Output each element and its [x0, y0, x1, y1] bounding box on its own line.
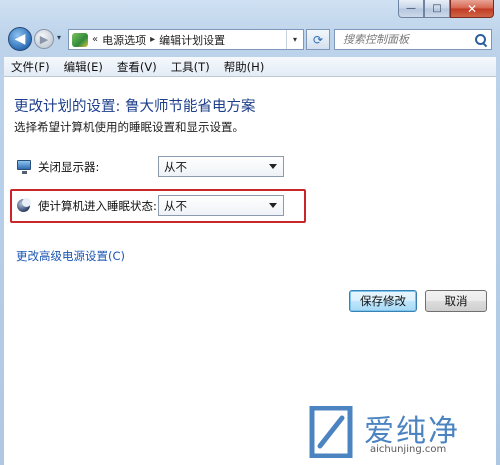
cancel-button[interactable]: 取消 — [425, 290, 487, 312]
save-changes-button[interactable]: 保存修改 — [349, 290, 417, 312]
address-dropdown-button[interactable]: ▾ — [286, 30, 303, 49]
monitor-icon — [16, 159, 32, 175]
forward-button[interactable]: ▶ — [34, 29, 54, 49]
watermark-logo-icon — [309, 406, 353, 458]
page-subtitle: 选择希望计算机使用的睡眠设置和显示设置。 — [14, 120, 244, 134]
caption-buttons: — □ ✕ — [398, 0, 494, 18]
sleep-value: 从不 — [164, 198, 187, 213]
turn-off-display-select[interactable]: 从不 — [158, 156, 284, 177]
advanced-power-settings-link[interactable]: 更改高级电源设置(C) — [16, 248, 125, 264]
search-icon[interactable] — [475, 33, 486, 46]
recent-pages-dropdown[interactable]: ▾ — [57, 33, 61, 42]
sleep-label: 使计算机进入睡眠状态: — [38, 199, 157, 213]
refresh-button[interactable]: ⟳ — [306, 29, 330, 50]
search-input[interactable] — [341, 32, 475, 47]
menu-edit[interactable]: 编辑(E) — [57, 59, 110, 75]
search-box[interactable] — [334, 29, 492, 50]
back-button[interactable]: ◀ — [8, 27, 32, 51]
maximize-button[interactable]: □ — [424, 0, 450, 18]
breadcrumb-separator[interactable]: ▸ — [150, 34, 155, 45]
address-bar[interactable]: « 电源选项 ▸ 编辑计划设置 ▾ — [68, 29, 304, 50]
turn-off-display-value: 从不 — [164, 159, 187, 174]
chevron-down-icon — [269, 203, 277, 208]
watermark: 爱纯净 aichunjing.com — [300, 404, 496, 462]
arrow-left-icon: ◀ — [14, 31, 26, 47]
turn-off-display-label: 关闭显示器: — [38, 160, 100, 174]
minimize-button[interactable]: — — [398, 0, 424, 18]
arrow-right-icon: ▶ — [39, 32, 49, 46]
refresh-icon: ⟳ — [312, 32, 324, 47]
watermark-url: aichunjing.com — [370, 444, 447, 455]
breadcrumb-edit-plan-settings[interactable]: 编辑计划设置 — [159, 32, 225, 48]
page-title: 更改计划的设置: 鲁大师节能省电方案 — [14, 99, 256, 115]
sleep-icon — [16, 198, 32, 214]
chevron-down-icon — [269, 164, 277, 169]
navigation-bar: ◀ ▶ ▾ « 电源选项 ▸ 编辑计划设置 ▾ ⟳ — [0, 22, 500, 56]
menu-view[interactable]: 查看(V) — [110, 59, 164, 75]
menu-tools[interactable]: 工具(T) — [164, 59, 217, 75]
menu-help[interactable]: 帮助(H) — [217, 59, 272, 75]
sleep-select[interactable]: 从不 — [158, 195, 284, 216]
window-frame: — □ ✕ ◀ ▶ ▾ « 电源选项 ▸ 编辑计划设置 ▾ ⟳ 文件(F) 编辑… — [0, 0, 500, 465]
control-panel-icon — [72, 32, 88, 47]
close-button[interactable]: ✕ — [450, 0, 494, 18]
menu-file[interactable]: 文件(F) — [4, 59, 57, 75]
menu-bar: 文件(F) 编辑(E) 查看(V) 工具(T) 帮助(H) — [4, 57, 496, 77]
breadcrumb-overflow[interactable]: « — [92, 34, 98, 45]
breadcrumb-power-options[interactable]: 电源选项 — [102, 32, 146, 48]
